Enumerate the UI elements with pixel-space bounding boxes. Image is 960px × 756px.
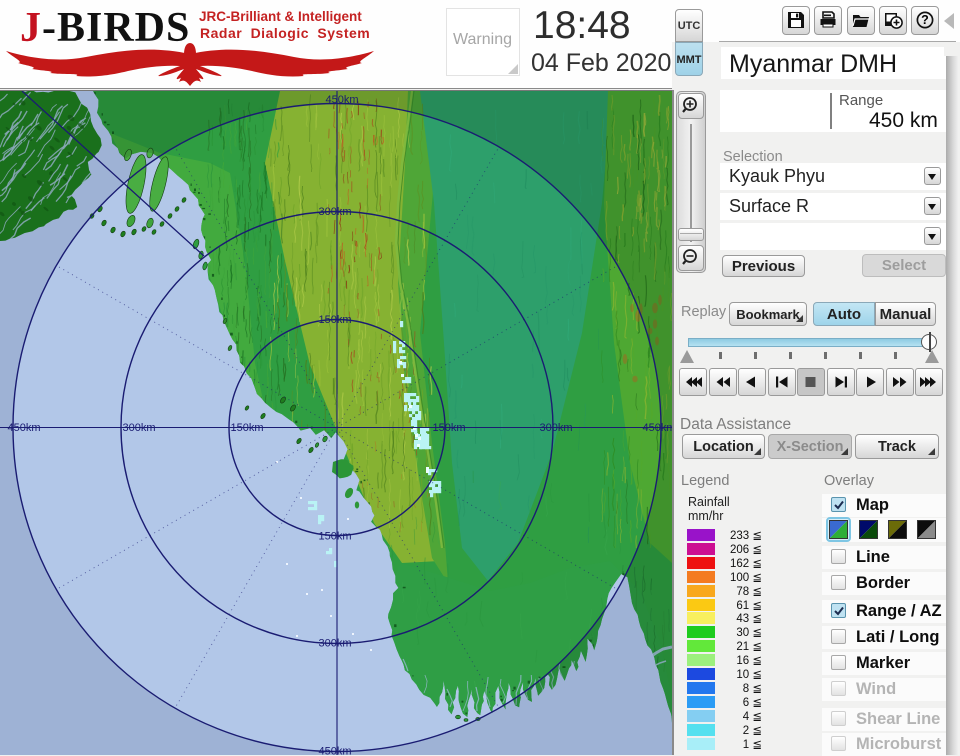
svg-text:300km: 300km [539, 422, 572, 434]
svg-text:450km: 450km [7, 422, 40, 434]
svg-text:150km: 150km [318, 531, 351, 543]
svg-text:?: ? [921, 13, 929, 27]
svg-text:150km: 150km [318, 314, 351, 326]
svg-text:300km: 300km [122, 422, 155, 434]
svg-text:450km: 450km [325, 94, 358, 106]
svg-text:150km: 150km [432, 422, 465, 434]
svg-text:150km: 150km [230, 422, 263, 434]
svg-text:300km: 300km [318, 206, 351, 218]
svg-text:450km: 450km [642, 422, 672, 434]
svg-text:450km: 450km [318, 746, 351, 756]
svg-text:300km: 300km [318, 638, 351, 650]
